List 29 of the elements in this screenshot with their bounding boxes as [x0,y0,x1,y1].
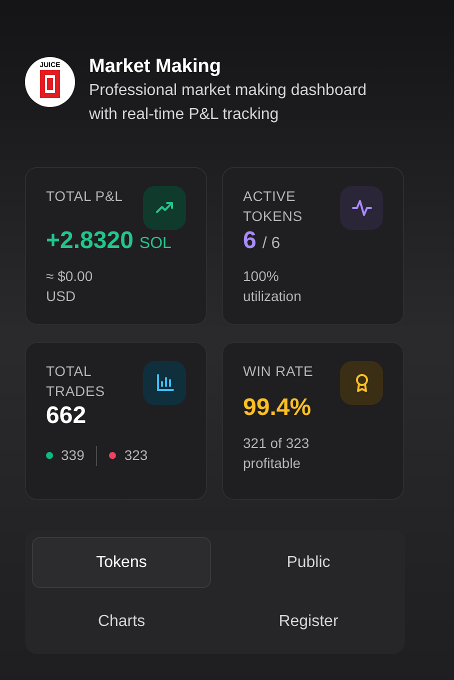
stat-unit: / 6 [262,234,280,254]
page-title: Market Making [89,55,222,79]
trade-count: 323 [124,446,148,465]
tab[interactable]: Tokens [32,537,211,588]
tab[interactable]: Charts [32,596,211,647]
stat-label: ACTIVE TOKENS [243,187,304,226]
stat-unit: SOL [139,234,172,254]
stat-label: WIN RATE [243,362,314,381]
stat-note: utilization [243,287,302,306]
stat-note: USD [46,287,77,306]
bar-chart-icon [143,361,186,405]
carton-icon [39,69,61,99]
trade-count: 339 [61,446,84,465]
stat-value: +2.8320 [46,226,134,256]
stat-label: TOTAL P&L [46,187,124,206]
tab[interactable]: Public [219,537,398,588]
stat-note: profitable [243,454,302,473]
page-subtitle: Professional market making dashboard with real-time P&L tracking [89,81,368,125]
pulse-icon [340,186,383,230]
stat-note: ≈ $0.00 [46,267,94,286]
stat-value: 6 [243,226,256,256]
stat-note: 100% [243,267,280,286]
award-icon [340,361,383,405]
tab[interactable]: Register [219,596,398,647]
stat-value: 99.4% [243,393,312,423]
trend-up-icon [143,186,186,230]
stat-value: 662 [46,401,86,431]
stat-label: TOTAL TRADES [46,362,106,401]
stat-note: 321 of 323 [243,434,310,453]
